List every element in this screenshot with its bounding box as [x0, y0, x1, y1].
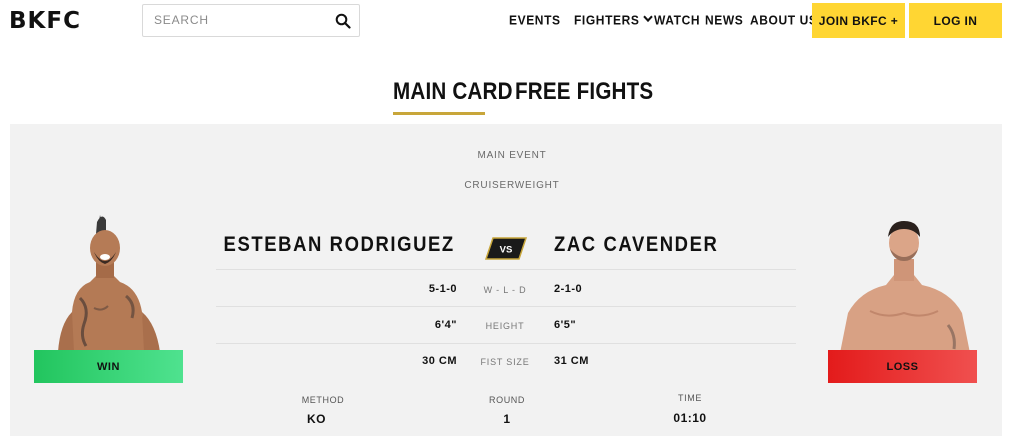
card-tabs: MAIN CARD FREE FIGHTS — [0, 44, 1024, 124]
fist-size-label: FIST SIZE — [480, 357, 530, 367]
bout-position: MAIN EVENT — [477, 150, 547, 161]
vs-badge: VS — [485, 237, 527, 260]
fighter-left-record: 5-1-0 — [428, 283, 457, 295]
fighter-right-fist-size: 31 CM — [554, 355, 589, 367]
site-header: BKFC EVENTS FIGHTERS WATCH NEWS ABOUT US… — [0, 0, 1024, 44]
method-label: METHOD — [301, 395, 345, 405]
divider — [216, 306, 796, 307]
nav-news[interactable]: NEWS — [705, 12, 743, 27]
search-icon[interactable] — [335, 13, 351, 29]
nav-fighters-label: FIGHTERS — [574, 12, 640, 28]
search-box[interactable] — [142, 4, 360, 37]
nav-about-us[interactable]: ABOUT US — [750, 12, 817, 27]
round-value: 1 — [503, 412, 511, 426]
time-value: 01:10 — [673, 411, 707, 425]
fighter-left-height: 6'4" — [434, 319, 457, 331]
nav-events[interactable]: EVENTS — [509, 12, 561, 27]
active-tab-indicator — [393, 112, 485, 115]
fighter-left-photo[interactable] — [50, 212, 180, 352]
round-label: ROUND — [489, 395, 525, 405]
fighter-right-height: 6'5" — [554, 319, 577, 331]
height-label: HEIGHT — [485, 321, 525, 331]
vs-label: VS — [500, 245, 513, 256]
search-input[interactable] — [154, 13, 324, 27]
divider — [216, 269, 796, 270]
weight-class: CRUISERWEIGHT — [464, 180, 560, 191]
fighter-left-fist-size: 30 CM — [422, 355, 457, 367]
fighter-left-name[interactable]: ESTEBAN RODRIGUEZ — [224, 233, 455, 257]
fighter-right-photo[interactable] — [830, 215, 980, 353]
nav-watch[interactable]: WATCH — [654, 12, 700, 27]
join-bkfc-button[interactable]: JOIN BKFC + — [812, 3, 905, 38]
method-value: KO — [307, 412, 326, 426]
tab-main-card[interactable]: MAIN CARD — [393, 78, 513, 106]
fighter-right-result-badge: LOSS — [828, 350, 977, 383]
fighter-right-record: 2-1-0 — [554, 283, 583, 295]
bkfc-logo[interactable]: BKFC — [9, 8, 81, 34]
chevron-down-icon — [643, 15, 654, 23]
tab-free-fights[interactable]: FREE FIGHTS — [515, 78, 653, 106]
login-button[interactable]: LOG IN — [909, 3, 1002, 38]
fighter-left-result-badge: WIN — [34, 350, 183, 383]
nav-fighters[interactable]: FIGHTERS — [574, 12, 654, 28]
record-label: W - L - D — [483, 285, 527, 295]
time-label: TIME — [678, 393, 702, 403]
fighter-right-name[interactable]: ZAC CAVENDER — [554, 233, 718, 257]
divider — [216, 343, 796, 344]
